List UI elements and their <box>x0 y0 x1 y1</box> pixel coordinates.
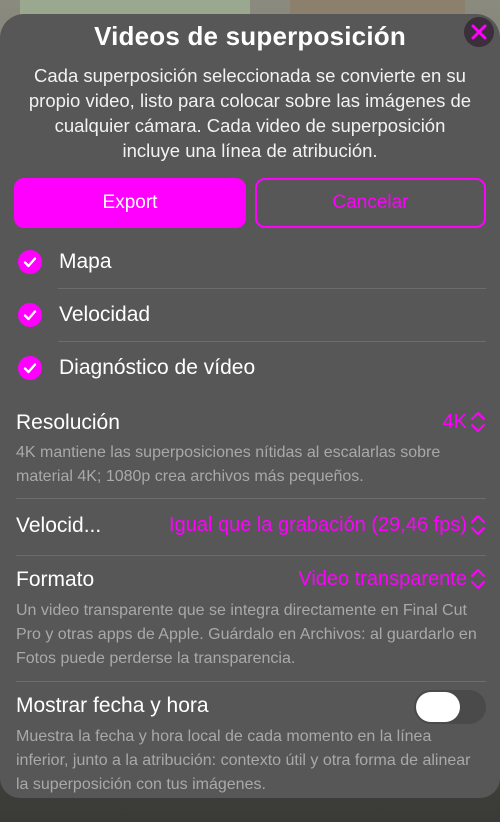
divider <box>16 681 486 682</box>
datetime-toggle[interactable] <box>414 690 486 724</box>
datetime-label: Mostrar fecha y hora <box>16 694 209 717</box>
overlay-item-label: Mapa <box>59 250 112 273</box>
framerate-value: Igual que la grabación (29,46 fps) <box>169 513 467 536</box>
chevron-up-down-icon <box>471 515 485 535</box>
chevron-up-down-icon <box>471 412 485 432</box>
overlay-export-sheet: Videos de superposición Cada superposici… <box>0 14 500 798</box>
resolution-picker[interactable]: 4K <box>443 410 486 434</box>
divider <box>16 498 486 499</box>
checkmark-icon <box>18 303 42 327</box>
framerate-label: Velocid... <box>16 514 102 537</box>
overlay-item-mapa[interactable]: Mapa <box>18 236 486 288</box>
export-button[interactable]: Export <box>14 178 246 228</box>
chevron-up-down-icon <box>471 569 485 589</box>
sheet-description: Cada superposición seleccionada se convi… <box>28 65 472 161</box>
format-picker[interactable]: Video transparente <box>298 567 486 591</box>
overlay-item-label: Velocidad <box>59 303 151 326</box>
overlay-item-velocidad[interactable]: Velocidad <box>18 289 486 341</box>
divider <box>16 555 486 556</box>
cancel-button[interactable]: Cancelar <box>255 178 486 228</box>
resolution-value: 4K <box>442 410 467 433</box>
checkmark-icon <box>18 250 42 274</box>
checkmark-icon <box>18 356 42 380</box>
close-icon <box>471 24 487 40</box>
overlay-item-label: Diagnóstico de vídeo <box>59 356 256 379</box>
sheet-title: Videos de superposición <box>94 21 406 51</box>
toggle-knob <box>416 692 460 722</box>
resolution-label: Resolución <box>16 411 120 434</box>
framerate-picker[interactable]: Igual que la grabación (29,46 fps) <box>169 513 486 537</box>
format-label: Formato <box>16 568 95 591</box>
format-value: Video transparente <box>298 567 467 590</box>
overlay-item-diagnostico[interactable]: Diagnóstico de vídeo <box>18 342 486 394</box>
resolution-help: 4K mantiene las superposiciones nítidas … <box>16 444 441 485</box>
datetime-help: Muestra la fecha y hora local de cada mo… <box>16 728 471 793</box>
close-button[interactable] <box>464 17 494 47</box>
format-help: Un video transparente que se integra dir… <box>16 602 477 667</box>
